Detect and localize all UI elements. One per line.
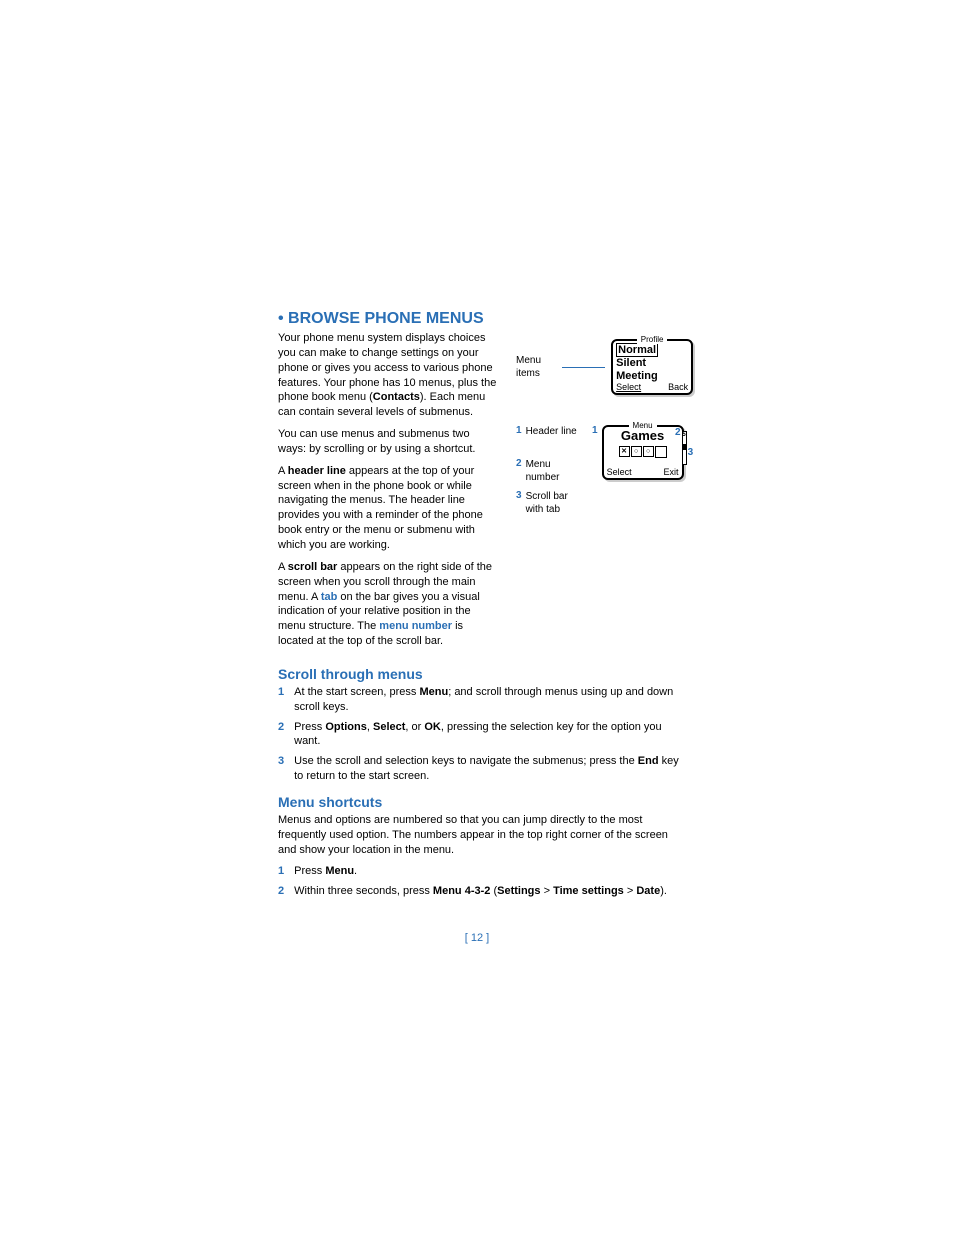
screen1-softkey-right: Back xyxy=(668,382,688,392)
screen2-title: Games xyxy=(607,429,679,443)
screen1-header: Profile xyxy=(613,341,691,351)
screen1-item: Meeting xyxy=(616,370,688,383)
content-two-column: Your phone menu system displays choices … xyxy=(278,331,682,656)
sub-heading-shortcuts: Menu shortcuts xyxy=(278,794,682,810)
figure-menu-screen-wrap: 1 Menu 2 Games ✕ ○ ○ xyxy=(592,425,693,480)
sub-heading-scroll: Scroll through menus xyxy=(278,666,682,682)
connector-line xyxy=(562,367,605,368)
screen1-softkey-left: Select xyxy=(616,382,641,392)
list-item-step: 2 Press Options, Select, or OK, pressing… xyxy=(278,720,682,750)
dice-icon xyxy=(655,446,667,458)
list-item-step: 2 Within three seconds, press Menu 4-3-2… xyxy=(278,884,682,899)
callout-number-2: 2 xyxy=(675,427,681,439)
figure-profile: Menu items Profile Normal Silent Meeting… xyxy=(516,339,693,395)
screen2-softkey-left: Select xyxy=(607,467,632,477)
callout-number-3: 3 xyxy=(688,447,694,458)
right-figure-column: Menu items Profile Normal Silent Meeting… xyxy=(516,331,693,656)
paragraph-shortcuts-intro: Menus and options are numbered so that y… xyxy=(278,813,682,858)
callout-legend: 1Header line 2Menu number 3Scroll bar wi… xyxy=(516,425,586,522)
callout-number-1: 1 xyxy=(592,425,598,436)
callout-menu-items: Menu items xyxy=(516,354,556,380)
list-item-step: 3 Use the scroll and selection keys to n… xyxy=(278,754,682,784)
scrollbar: 5 xyxy=(682,431,687,465)
tictactoe-icon: ○ xyxy=(631,446,642,457)
phone-screen-menu: Menu 2 Games ✕ ○ ○ xyxy=(602,425,684,480)
tictactoe-icon: ✕ xyxy=(619,446,630,457)
page-number: [ 12 ] xyxy=(0,932,954,944)
screen2-softkey-right: Exit xyxy=(664,467,679,477)
list-item-step: 1 At the start screen, press Menu; and s… xyxy=(278,685,682,715)
paragraph-intro: Your phone menu system displays choices … xyxy=(278,331,498,420)
scrollbar-tab xyxy=(682,444,687,450)
document-page: BROWSE PHONE MENUS Your phone menu syste… xyxy=(0,0,954,1004)
phone-screen-profile: Profile Normal Silent Meeting Select Bac… xyxy=(611,339,693,395)
figure-menu: 1Header line 2Menu number 3Scroll bar wi… xyxy=(516,425,693,522)
section-heading-browse: BROWSE PHONE MENUS xyxy=(278,310,682,328)
left-text-column: Your phone menu system displays choices … xyxy=(278,331,498,656)
paragraph-scroll-bar: A scroll bar appears on the right side o… xyxy=(278,560,498,649)
paragraph-usage: You can use menus and submenus two ways:… xyxy=(278,427,498,457)
paragraph-header-line: A header line appears at the top of your… xyxy=(278,464,498,553)
list-item-step: 1 Press Menu. xyxy=(278,864,682,879)
screen1-item: Silent xyxy=(616,357,688,370)
tictactoe-icon: ○ xyxy=(643,446,654,457)
screen2-icons: ✕ ○ ○ xyxy=(607,444,679,460)
